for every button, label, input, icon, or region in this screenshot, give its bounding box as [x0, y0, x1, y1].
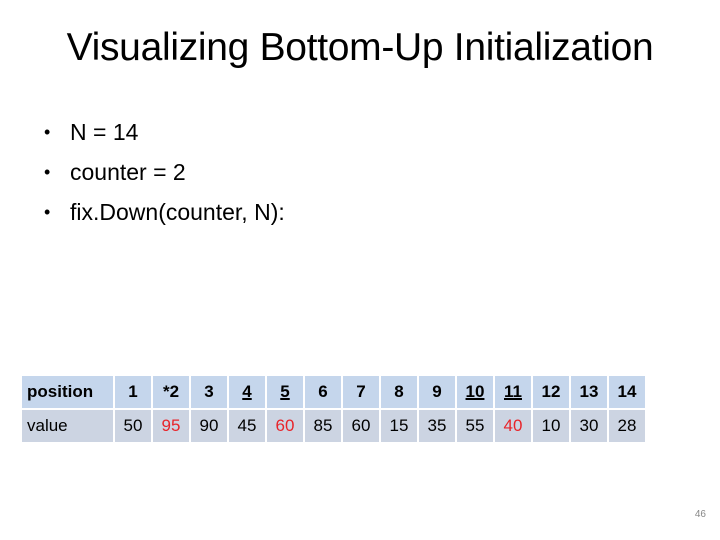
position-cell: 10	[457, 376, 493, 408]
bullet-item: • N = 14	[44, 112, 285, 152]
position-cell-text: 7	[356, 382, 366, 401]
bullet-dot-icon: •	[44, 122, 51, 142]
position-cell-text: 4	[242, 382, 252, 401]
value-cell: 50	[115, 410, 151, 442]
position-cell: 7	[343, 376, 379, 408]
bullet-item: • counter = 2	[44, 152, 285, 192]
bullet-item: • fix.Down(counter, N):	[44, 192, 285, 232]
position-cell-text: 3	[204, 382, 214, 401]
position-cell-text: 1	[128, 382, 138, 401]
position-cell: *2	[153, 376, 189, 408]
bullet-text: fix.Down(counter, N):	[70, 199, 285, 225]
bullet-dot-icon: •	[44, 202, 51, 222]
value-cell: 10	[533, 410, 569, 442]
position-row: position 1 *2 3 4 5 6 7 8 9 10 11 12 13 14	[22, 376, 645, 408]
page-number: 46	[694, 509, 706, 520]
position-cell-text: 10	[465, 382, 485, 401]
bullet-text: counter = 2	[70, 159, 186, 185]
position-cell: 14	[609, 376, 645, 408]
position-cell-text: 11	[504, 382, 522, 401]
position-cell-text: 12	[541, 382, 561, 401]
position-cell: 6	[305, 376, 341, 408]
position-cell-text: 6	[318, 382, 328, 401]
position-cell: 5	[267, 376, 303, 408]
bullet-text: N = 14	[70, 119, 139, 145]
value-cell: 30	[571, 410, 607, 442]
position-cell-text: 13	[579, 382, 599, 401]
position-cell: 9	[419, 376, 455, 408]
value-cell: 85	[305, 410, 341, 442]
bullet-dot-icon: •	[44, 162, 51, 182]
position-cell-text: *2	[162, 382, 180, 401]
value-cell: 95	[153, 410, 189, 442]
heap-array-table: position 1 *2 3 4 5 6 7 8 9 10 11 12 13 14 value 50 95…	[20, 374, 647, 444]
bullet-list: • N = 14 • counter = 2 • fix.Down(counter, …	[44, 112, 285, 232]
position-cell-text: 8	[394, 382, 404, 401]
value-cell: 55	[457, 410, 493, 442]
position-cell: 3	[191, 376, 227, 408]
position-cell: 12	[533, 376, 569, 408]
position-cell: 11	[495, 376, 531, 408]
position-row-label: position	[22, 376, 113, 408]
value-cell: 45	[229, 410, 265, 442]
value-cell: 28	[609, 410, 645, 442]
value-cell: 60	[267, 410, 303, 442]
position-cell: 8	[381, 376, 417, 408]
value-cell: 60	[343, 410, 379, 442]
value-cell: 90	[191, 410, 227, 442]
value-cell: 40	[495, 410, 531, 442]
position-cell: 13	[571, 376, 607, 408]
position-cell-text: 5	[280, 382, 290, 401]
position-cell: 4	[229, 376, 265, 408]
value-row-label: value	[22, 410, 113, 442]
value-cell: 15	[381, 410, 417, 442]
slide-title: Visualizing Bottom-Up Initialization	[66, 26, 654, 69]
position-cell-text: 9	[432, 382, 442, 401]
value-row: value 50 95 90 45 60 85 60 15 35 55 40 10 30 28	[22, 410, 645, 442]
position-cell: 1	[115, 376, 151, 408]
position-cell-text: 14	[617, 382, 637, 401]
value-cell: 35	[419, 410, 455, 442]
